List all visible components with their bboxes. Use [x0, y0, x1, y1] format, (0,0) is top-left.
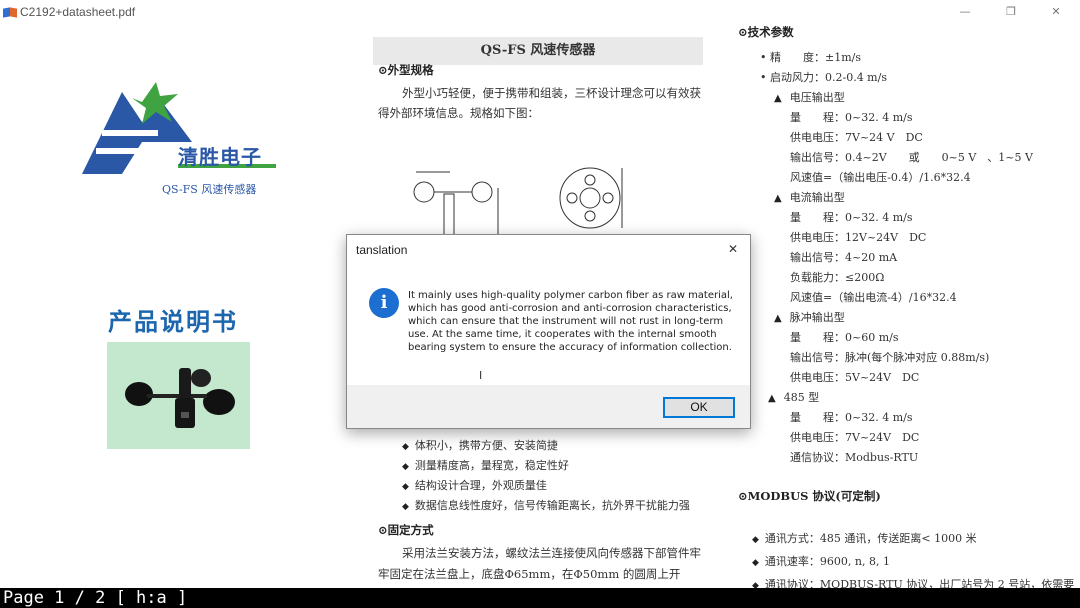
status-bar: Page 1 / 2 [ h:a ]: [0, 588, 1080, 608]
current-wind-formula: 风速值=（输出电流-4）/16*32.4: [790, 291, 957, 304]
minimize-icon[interactable]: —: [953, 2, 977, 22]
diamond-icon: ◆: [752, 535, 759, 545]
diamond-icon: ◆: [402, 442, 409, 452]
type-485: ▲ 485 型: [768, 391, 820, 404]
voltage-signal: 输出信号：0.4~2V 或 0~5 V 、1~5 V: [790, 151, 1033, 164]
paragraph-fixing-line1: 采用法兰安装方法，螺纹法兰连接使风向传感器下部管件牢: [402, 546, 701, 560]
text-cursor-icon: I: [479, 369, 483, 382]
info-icon: i: [369, 288, 399, 318]
triangle-icon: ▲: [774, 193, 782, 204]
logo-text: 清胜电子: [178, 145, 262, 169]
rs485-supply: 供电电压：7V~24V DC: [790, 431, 920, 444]
anemometer-photo: [107, 342, 250, 449]
doc-header: QS-FS 风速传感器: [373, 37, 703, 65]
voltage-wind-formula: 风速值=（输出电压-0.4）/1.6*32.4: [790, 171, 971, 184]
feature-bullet-3: ◆ 结构设计合理，外观质量佳: [402, 479, 547, 492]
dialog-titlebar: tanslation ✕: [347, 235, 750, 265]
window-titlebar: C2192+datasheet.pdf — ❐ ✕: [0, 0, 1080, 24]
voltage-supply: 供电电压：7V~24 V DC: [790, 131, 923, 144]
dialog-body: i It mainly uses high-quality polymer ca…: [347, 265, 750, 385]
current-load: 负载能力：≤200Ω: [790, 271, 885, 284]
paragraph-appearance-line2: 得外部环境信息。规格如下图：: [378, 106, 539, 120]
section-fixing: ⊙固定方式: [378, 523, 434, 537]
diamond-icon: ◆: [402, 462, 409, 472]
pulse-signal: 输出信号：脉冲(每个脉冲对应 0.88m/s): [790, 351, 990, 364]
paragraph-fixing-line2: 牢固定在法兰盘上，底盘Φ65mm，在Φ50mm 的圆周上开: [378, 567, 681, 581]
translation-dialog: tanslation ✕ i It mainly uses high-quali…: [346, 234, 751, 429]
section-appearance: ⊙外型规格: [378, 63, 434, 77]
paragraph-appearance-line1: 外型小巧轻便，便于携带和组装，三杯设计理念可以有效获: [402, 86, 701, 100]
feature-bullet-2: ◆ 测量精度高，量程宽，稳定性好: [402, 459, 569, 472]
spec-accuracy: • 精 度：±1m/s: [760, 51, 861, 64]
feature-bullet-1: ◆ 体积小，携带方便、安装简捷: [402, 439, 558, 452]
manual-title: 产品说明书: [108, 308, 238, 336]
rs485-range: 量 程：0~32. 4 m/s: [790, 411, 913, 424]
diamond-icon: ◆: [752, 558, 759, 568]
pulse-supply: 供电电压：5V~24V DC: [790, 371, 920, 384]
diamond-icon: ◆: [402, 502, 409, 512]
section-tech-params: ⊙技术参数: [738, 25, 794, 39]
modbus-item-1: ◆ 通讯方式：485 通讯，传送距离< 1000 米: [752, 532, 977, 545]
triangle-icon: ▲: [768, 393, 776, 404]
type-voltage: ▲ 电压输出型: [774, 91, 845, 104]
type-pulse: ▲ 脉冲输出型: [774, 311, 845, 324]
pulse-range: 量 程：0~60 m/s: [790, 331, 899, 344]
triangle-icon: ▲: [774, 313, 782, 324]
diamond-icon: ◆: [402, 482, 409, 492]
current-signal: 输出信号：4~20 mA: [790, 251, 898, 264]
window-title: C2192+datasheet.pdf: [20, 5, 136, 19]
restore-icon[interactable]: ❐: [999, 2, 1023, 22]
product-subtitle: QS-FS 风速传感器: [162, 183, 257, 196]
rs485-protocol: 通信协议：Modbus-RTU: [790, 451, 919, 464]
feature-bullet-4: ◆ 数据信息线性度好，信号传输距离长，抗外界干扰能力强: [402, 499, 690, 512]
modbus-item-2: ◆ 通讯速率：9600, n, 8, 1: [752, 555, 890, 568]
spec-start-wind: • 启动风力：0.2-0.4 m/s: [760, 71, 887, 84]
type-current: ▲ 电流输出型: [774, 191, 845, 204]
translation-message: It mainly uses high-quality polymer carb…: [408, 290, 733, 353]
triangle-icon: ▲: [774, 93, 782, 104]
close-icon[interactable]: ✕: [724, 240, 742, 258]
close-icon[interactable]: ✕: [1044, 2, 1068, 22]
voltage-range: 量 程：0~32. 4 m/s: [790, 111, 913, 124]
page-indicator: Page 1 / 2 [ h:a ]: [3, 588, 188, 608]
current-supply: 供电电压：12V~24V DC: [790, 231, 927, 244]
ok-button[interactable]: OK: [663, 397, 735, 418]
current-range: 量 程：0~32. 4 m/s: [790, 211, 913, 224]
dialog-title: tanslation: [356, 243, 408, 257]
book-icon: [3, 6, 17, 18]
section-modbus: ⊙MODBUS 协议(可定制): [738, 489, 881, 503]
